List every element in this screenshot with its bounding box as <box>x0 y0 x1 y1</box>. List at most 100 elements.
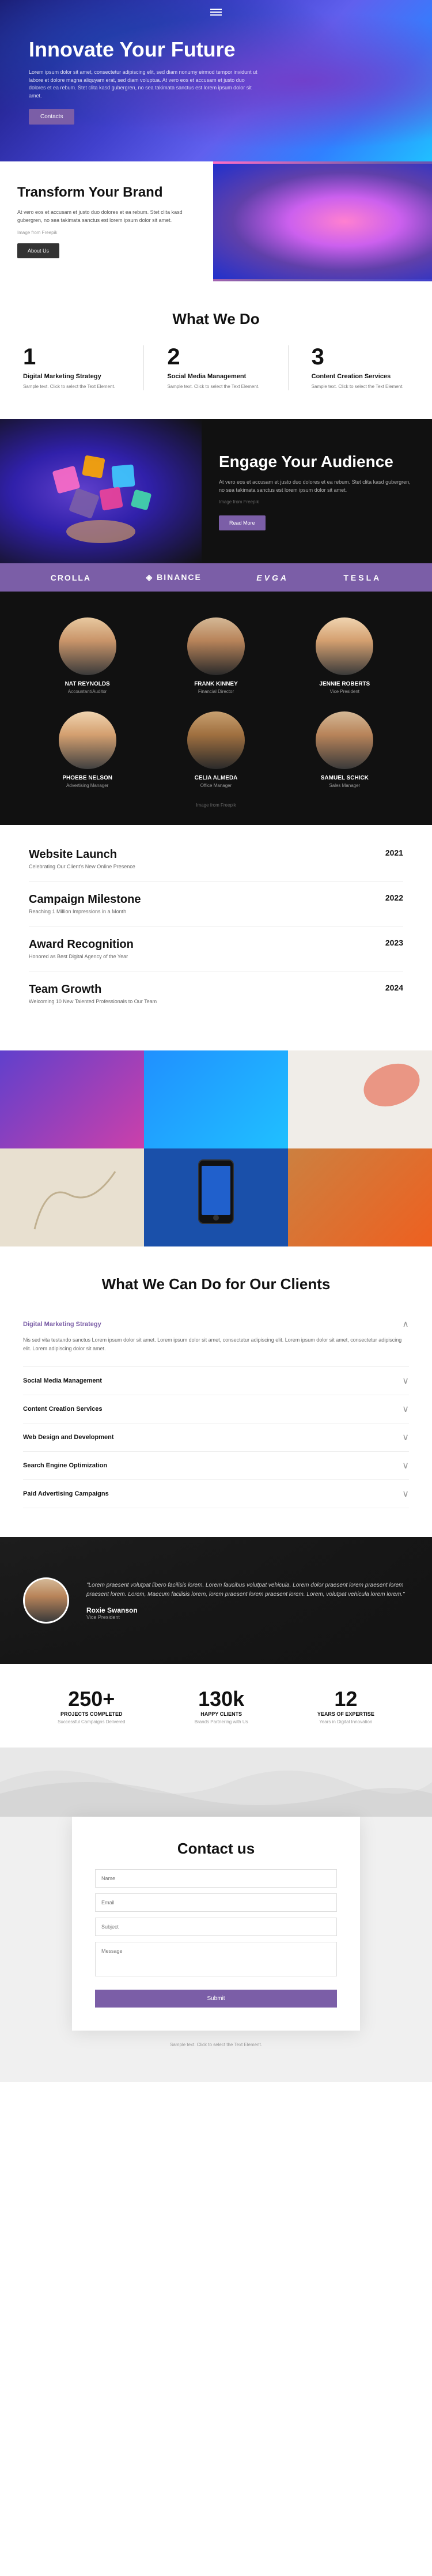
timeline-title-3: Award Recognition <box>29 938 134 951</box>
logo-crolla: CROLLA <box>51 573 91 582</box>
accordion-toggle-1[interactable]: Digital Marketing Strategy ∧ <box>23 1319 409 1330</box>
accordion-chevron-1: ∧ <box>402 1319 409 1330</box>
contact-submit-button[interactable]: Submit <box>95 1990 337 2008</box>
divider-1 <box>143 345 144 390</box>
accordion-toggle-6[interactable]: Paid Advertising Campaigns ∨ <box>23 1488 409 1500</box>
accordion-toggle-3[interactable]: Content Creation Services ∨ <box>23 1403 409 1415</box>
contact-form: Submit <box>95 1869 337 2008</box>
timeline-title-2: Campaign Milestone <box>29 893 141 906</box>
testimonial-role: Vice President <box>86 1614 409 1620</box>
testimonial-name: Roxie Swanson <box>86 1606 409 1614</box>
gallery-item-3 <box>288 1050 432 1148</box>
accordion-chevron-3: ∨ <box>402 1403 409 1415</box>
service-title-2: Social Media Management <box>167 373 264 380</box>
contact-message-input[interactable] <box>95 1942 337 1976</box>
testimonial-section: "Lorem praesent volutpat libero facilisi… <box>0 1537 432 1664</box>
accordion-chevron-6: ∨ <box>402 1488 409 1500</box>
timeline-year-2: 2022 <box>385 893 403 902</box>
engage-read-more-button[interactable]: Read More <box>219 515 266 530</box>
stat-desc-1: Successful Campaigns Delivered <box>58 1719 125 1724</box>
engage-body: At vero eos et accusam et justo duo dolo… <box>219 478 415 495</box>
accordion-heading: What We Can Do for Our Clients <box>23 1275 409 1293</box>
transform-heading: Transform Your Brand <box>17 184 196 201</box>
gallery-item-2 <box>144 1050 288 1148</box>
team-role-4: Advertising Manager <box>32 783 143 788</box>
timeline-item-2: Campaign Milestone Reaching 1 Million Im… <box>29 893 403 927</box>
accordion-content-1: Nis sed vita testando sanctus Lorem ipsu… <box>23 1330 409 1358</box>
what-we-do-heading: What We Do <box>23 310 409 328</box>
accordion-item-4: Web Design and Development ∨ <box>23 1423 409 1452</box>
timeline-title-4: Team Growth <box>29 983 157 996</box>
team-name-6: SAMUEL SCHICK <box>289 775 400 781</box>
stats-section: 250+ PROJECTS COMPLETED Successful Campa… <box>0 1664 432 1748</box>
accordion-toggle-4[interactable]: Web Design and Development ∨ <box>23 1432 409 1443</box>
logo-evga: EVGA <box>256 573 289 582</box>
accordion-chevron-5: ∨ <box>402 1460 409 1471</box>
team-member-2: FRANK KINNEY Financial Director <box>151 609 280 703</box>
contact-email-input[interactable] <box>95 1893 337 1912</box>
transform-image <box>213 161 432 281</box>
testimonial-avatar <box>23 1577 69 1624</box>
team-name-4: PHOEBE NELSON <box>32 775 143 781</box>
team-name-5: CELIA ALMEDA <box>160 775 271 781</box>
accordion-toggle-5[interactable]: Search Engine Optimization ∨ <box>23 1460 409 1471</box>
team-role-2: Financial Director <box>160 689 271 694</box>
contact-section: Contact us Submit Sample text. Click to … <box>0 1748 432 2082</box>
stat-item-2: 130k HAPPY CLIENTS Brands Partnering wit… <box>195 1687 248 1724</box>
team-role-1: Accountant/Auditor <box>32 689 143 694</box>
accordion-item-1: Digital Marketing Strategy ∧ Nis sed vit… <box>23 1310 409 1367</box>
timeline-item-1: Website Launch Celebrating Our Client's … <box>29 848 403 882</box>
transform-image-credit: Image from Freepik <box>17 229 196 237</box>
team-member-4: PHOEBE NELSON Advertising Manager <box>23 703 151 797</box>
timeline-item-3: Award Recognition Honored as Best Digita… <box>29 938 403 971</box>
accordion-title-3: Content Creation Services <box>23 1406 103 1413</box>
contact-heading: Contact us <box>95 1840 337 1858</box>
team-photo-5 <box>187 711 245 769</box>
team-photo-6 <box>316 711 373 769</box>
stat-desc-2: Brands Partnering with Us <box>195 1719 248 1724</box>
timeline-year-4: 2024 <box>385 983 403 992</box>
service-number-2: 2 <box>167 345 264 368</box>
contact-name-input[interactable] <box>95 1869 337 1888</box>
timeline-title-1: Website Launch <box>29 848 135 861</box>
transform-body: At vero eos et accusam et justo duo dolo… <box>17 208 196 225</box>
team-member-5: CELIA ALMEDA Office Manager <box>151 703 280 797</box>
accordion-title-5: Search Engine Optimization <box>23 1462 107 1469</box>
team-role-3: Vice President <box>289 689 400 694</box>
timeline-item-4: Team Growth Welcoming 10 New Talented Pr… <box>29 983 403 1016</box>
gallery-section <box>0 1050 432 1246</box>
service-desc-3: Sample text. Click to select the Text El… <box>312 383 409 390</box>
hero-title: Innovate Your Future <box>29 37 259 62</box>
stat-item-1: 250+ PROJECTS COMPLETED Successful Campa… <box>58 1687 125 1724</box>
service-item-3: 3 Content Creation Services Sample text.… <box>312 345 409 390</box>
stat-label-3: YEARS OF EXPERTISE <box>317 1711 374 1717</box>
transform-about-button[interactable]: About Us <box>17 243 59 258</box>
team-image-credit: Image from Freepik <box>23 803 409 808</box>
hamburger-menu[interactable] <box>210 7 222 17</box>
service-title-3: Content Creation Services <box>312 373 409 380</box>
accordion-title-2: Social Media Management <box>23 1377 102 1384</box>
engage-image-credit: Image from Freepik <box>219 499 415 506</box>
team-name-3: JENNIE ROBERTS <box>289 681 400 687</box>
team-photo-3 <box>316 617 373 675</box>
accordion-item-3: Content Creation Services ∨ <box>23 1395 409 1423</box>
gallery-item-6 <box>288 1148 432 1246</box>
accordion-toggle-2[interactable]: Social Media Management ∨ <box>23 1375 409 1387</box>
hero-section: Innovate Your Future Lorem ipsum dolor s… <box>0 0 432 161</box>
transform-section: Transform Your Brand At vero eos et accu… <box>0 161 432 281</box>
timeline-subtitle-2: Reaching 1 Million Impressions in a Mont… <box>29 909 141 914</box>
hero-cta-button[interactable]: Contacts <box>29 109 74 125</box>
accordion-chevron-4: ∨ <box>402 1432 409 1443</box>
contact-subject-input[interactable] <box>95 1918 337 1936</box>
team-member-1: NAT REYNOLDS Accountant/Auditor <box>23 609 151 703</box>
contact-box: Contact us Submit <box>72 1817 360 2031</box>
gallery-item-5 <box>144 1148 288 1246</box>
testimonial-quote: "Lorem praesent volutpat libero facilisi… <box>86 1581 409 1599</box>
stat-desc-3: Years in Digital Innovation <box>317 1719 374 1724</box>
team-name-2: FRANK KINNEY <box>160 681 271 687</box>
stat-value-1: 250+ <box>58 1687 125 1711</box>
logos-bar: CROLLA ◈ BINANCE EVGA TESLA <box>0 563 432 592</box>
accordion-title-6: Paid Advertising Campaigns <box>23 1490 109 1497</box>
timeline-subtitle-4: Welcoming 10 New Talented Professionals … <box>29 999 157 1004</box>
gallery-item-1 <box>0 1050 144 1148</box>
